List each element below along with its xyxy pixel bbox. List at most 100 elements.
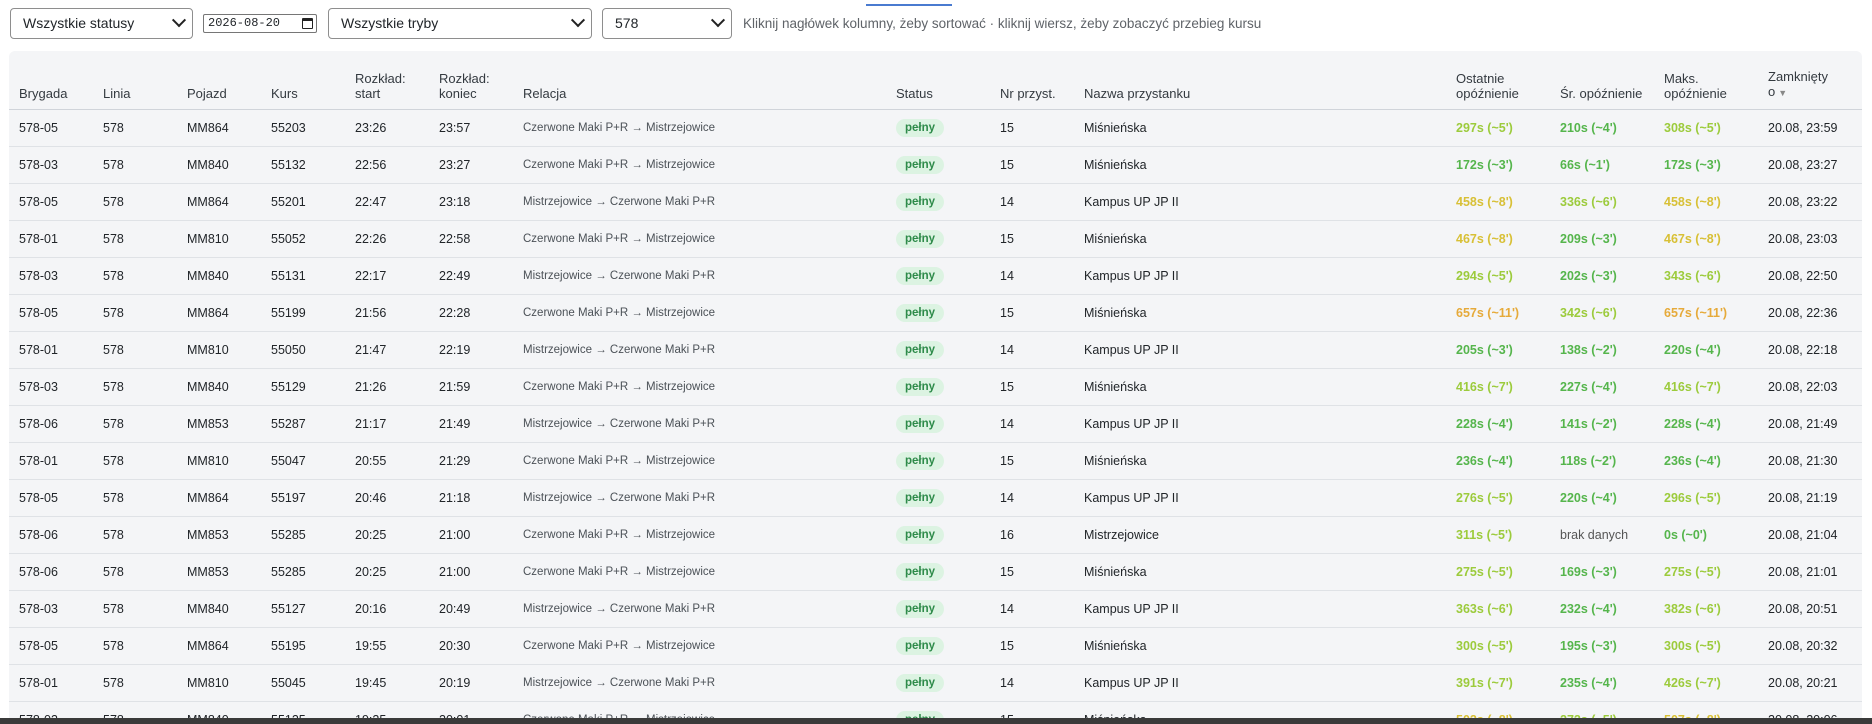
- table-row[interactable]: 578-03 578 MM840 55127 20:16 20:49 Mistrzejowi…: [9, 590, 1862, 628]
- trip-cell: 55195: [261, 627, 345, 665]
- column-header[interactable]: Ostatnie opóźnienie: [1446, 51, 1550, 110]
- closed-at-cell: 20.08, 21:01: [1758, 553, 1862, 591]
- route-cell: Mistrzejowice → Czerwone Maki P+R: [513, 257, 886, 295]
- status-cell: pełny: [886, 294, 990, 332]
- trip-cell: 55199: [261, 294, 345, 332]
- status-cell: pełny: [886, 553, 990, 591]
- line-cell: 578: [93, 405, 177, 443]
- table-row[interactable]: 578-01 578 MM810 55045 19:45 20:19 Mistrzejowi…: [9, 664, 1862, 702]
- status-badge: pełny: [896, 526, 945, 544]
- column-header[interactable]: Zamknięty o ▼: [1758, 51, 1862, 110]
- date-input[interactable]: 2026-08-20: [203, 13, 317, 33]
- vehicle-cell: MM840: [177, 590, 261, 628]
- column-header[interactable]: Śr. opóźnienie: [1550, 51, 1654, 110]
- horizontal-scrollbar[interactable]: [0, 718, 1872, 724]
- line-cell: 578: [93, 331, 177, 369]
- column-header[interactable]: Rozkład: start: [345, 51, 429, 110]
- status-filter-select[interactable]: Wszystkie statusy: [10, 7, 193, 39]
- schedule-end-cell: 20:19: [429, 664, 513, 702]
- max-delay-cell: 458s (~8'): [1654, 183, 1758, 221]
- column-header-label: Nazwa przystanku: [1084, 86, 1191, 101]
- schedule-end-cell: 21:00: [429, 516, 513, 554]
- closed-at-cell: 20.08, 20:51: [1758, 590, 1862, 628]
- line-filter-select[interactable]: 578: [602, 7, 732, 39]
- line-cell: 578: [93, 627, 177, 665]
- schedule-start-cell: 22:26: [345, 220, 429, 258]
- avg-delay-cell: 342s (~6'): [1550, 294, 1654, 332]
- table-row[interactable]: 578-01 578 MM810 55047 20:55 21:29 Czerwone Ma…: [9, 442, 1862, 480]
- status-badge: pełny: [896, 600, 945, 618]
- table-row[interactable]: 578-03 578 MM840 55129 21:26 21:59 Czerwone Ma…: [9, 368, 1862, 406]
- column-header[interactable]: Nr przyst.: [990, 51, 1074, 110]
- stop-name-cell: Kampus UP JP II: [1074, 664, 1446, 702]
- closed-at-cell: 20.08, 22:03: [1758, 368, 1862, 406]
- avg-delay-cell: 195s (~3'): [1550, 627, 1654, 665]
- closed-at-cell: 20.08, 21:30: [1758, 442, 1862, 480]
- table-row[interactable]: 578-06 578 MM853 55285 20:25 21:00 Czerwone Ma…: [9, 516, 1862, 554]
- table-row[interactable]: 578-01 578 MM810 55050 21:47 22:19 Mistrzejowi…: [9, 331, 1862, 369]
- schedule-start-cell: 20:55: [345, 442, 429, 480]
- trip-cell: 55285: [261, 553, 345, 591]
- max-delay-cell: 657s (~11'): [1654, 294, 1758, 332]
- line-cell: 578: [93, 294, 177, 332]
- table-row[interactable]: 578-05 578 MM864 55195 19:55 20:30 Czerwone Ma…: [9, 627, 1862, 665]
- stop-name-cell: Kampus UP JP II: [1074, 331, 1446, 369]
- last-delay-cell: 416s (~7'): [1446, 368, 1550, 406]
- table-row[interactable]: 578-05 578 MM864 55199 21:56 22:28 Czerwone Ma…: [9, 294, 1862, 332]
- vehicle-cell: MM864: [177, 109, 261, 147]
- column-header[interactable]: Maks. opóźnienie: [1654, 51, 1758, 110]
- status-badge: pełny: [896, 267, 945, 285]
- stop-number-cell: 14: [990, 331, 1074, 369]
- last-delay-cell: 467s (~8'): [1446, 220, 1550, 258]
- stop-name-cell: Mistrzejowice: [1074, 516, 1446, 554]
- trip-cell: 55131: [261, 257, 345, 295]
- closed-at-cell: 20.08, 23:22: [1758, 183, 1862, 221]
- schedule-start-cell: 21:17: [345, 405, 429, 443]
- table-row[interactable]: 578-03 578 MM840 55132 22:56 23:27 Czerwone Ma…: [9, 146, 1862, 184]
- column-header[interactable]: Nazwa przystanku: [1074, 51, 1446, 110]
- line-cell: 578: [93, 516, 177, 554]
- avg-delay-cell: 210s (~4'): [1550, 109, 1654, 147]
- date-value: 2026-08-20: [208, 16, 281, 30]
- vehicle-cell: MM810: [177, 442, 261, 480]
- schedule-start-cell: 20:25: [345, 553, 429, 591]
- status-badge: pełny: [896, 563, 945, 581]
- trip-cell: 55203: [261, 109, 345, 147]
- table-row[interactable]: 578-01 578 MM810 55052 22:26 22:58 Czerwone Ma…: [9, 220, 1862, 258]
- stop-number-cell: 15: [990, 368, 1074, 406]
- column-header[interactable]: Relacja: [513, 51, 886, 110]
- table-row[interactable]: 578-03 578 MM840 55131 22:17 22:49 Mistrzejowi…: [9, 257, 1862, 295]
- mode-filter-select[interactable]: Wszystkie tryby: [328, 7, 592, 39]
- schedule-start-cell: 21:56: [345, 294, 429, 332]
- route-cell: Czerwone Maki P+R → Mistrzejowice: [513, 627, 886, 665]
- vehicle-cell: MM810: [177, 220, 261, 258]
- line-cell: 578: [93, 220, 177, 258]
- column-header[interactable]: Status: [886, 51, 990, 110]
- table-row[interactable]: 578-06 578 MM853 55285 20:25 21:00 Czerwone Ma…: [9, 553, 1862, 591]
- table-row[interactable]: 578-05 578 MM864 55203 23:26 23:57 Czerwone Ma…: [9, 109, 1862, 147]
- avg-delay-cell: 336s (~6'): [1550, 183, 1654, 221]
- schedule-end-cell: 22:19: [429, 331, 513, 369]
- max-delay-cell: 416s (~7'): [1654, 368, 1758, 406]
- closed-at-cell: 20.08, 21:19: [1758, 479, 1862, 517]
- max-delay-cell: 275s (~5'): [1654, 553, 1758, 591]
- schedule-end-cell: 21:49: [429, 405, 513, 443]
- column-header[interactable]: Pojazd: [177, 51, 261, 110]
- table-row[interactable]: 578-06 578 MM853 55287 21:17 21:49 Mistrzejowi…: [9, 405, 1862, 443]
- table-row[interactable]: 578-05 578 MM864 55201 22:47 23:18 Mistrzejowi…: [9, 183, 1862, 221]
- column-header[interactable]: Linia: [93, 51, 177, 110]
- schedule-end-cell: 23:18: [429, 183, 513, 221]
- table-row[interactable]: 578-05 578 MM864 55197 20:46 21:18 Mistrzejowi…: [9, 479, 1862, 517]
- last-delay-cell: 205s (~3'): [1446, 331, 1550, 369]
- calendar-icon[interactable]: [302, 17, 313, 29]
- column-header[interactable]: Kurs: [261, 51, 345, 110]
- brigade-cell: 578-01: [9, 664, 93, 702]
- column-header[interactable]: Rozkład: koniec: [429, 51, 513, 110]
- avg-delay-cell: 66s (~1'): [1550, 146, 1654, 184]
- route-cell: Czerwone Maki P+R → Mistrzejowice: [513, 294, 886, 332]
- table-header-row: Brygada Linia Pojazd Kurs Rozkład: start Rozkł…: [9, 51, 1862, 110]
- column-header[interactable]: Brygada: [9, 51, 93, 110]
- vehicle-cell: MM840: [177, 257, 261, 295]
- stop-name-cell: Kampus UP JP II: [1074, 590, 1446, 628]
- last-delay-cell: 657s (~11'): [1446, 294, 1550, 332]
